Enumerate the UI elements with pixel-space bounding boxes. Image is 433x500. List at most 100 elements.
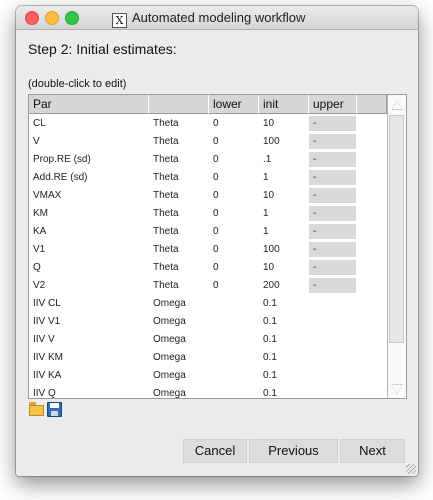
save-floppy-icon[interactable]: [47, 402, 63, 417]
resize-grip[interactable]: [406, 464, 416, 474]
cell-par[interactable]: IIV V: [29, 331, 149, 348]
cell-lower[interactable]: 0: [209, 133, 259, 150]
cell-upper[interactable]: -: [309, 188, 356, 203]
cell-lower[interactable]: 0: [209, 259, 259, 276]
cell-par[interactable]: V1: [29, 241, 149, 258]
table-row[interactable]: IIV KM Omega 0.1: [29, 349, 387, 367]
cell-init[interactable]: 0.1: [259, 313, 309, 330]
cell-init[interactable]: 0.1: [259, 385, 309, 398]
cell-type[interactable]: Theta: [149, 115, 209, 132]
cell-par[interactable]: CL: [29, 115, 149, 132]
zoom-window-button[interactable]: [65, 11, 79, 25]
column-header-type[interactable]: [149, 95, 209, 114]
cell-lower[interactable]: 0: [209, 241, 259, 258]
cell-type[interactable]: Theta: [149, 133, 209, 150]
table-row[interactable]: V Theta 0 100-: [29, 133, 387, 151]
cell-type[interactable]: Theta: [149, 241, 209, 258]
cell-upper[interactable]: -: [309, 260, 356, 275]
cell-par[interactable]: IIV KM: [29, 349, 149, 366]
next-button[interactable]: Next: [340, 439, 405, 463]
cell-init[interactable]: 10: [259, 259, 309, 276]
cell-init[interactable]: 10: [259, 187, 309, 204]
cell-upper[interactable]: -: [309, 134, 356, 149]
cell-par[interactable]: VMAX: [29, 187, 149, 204]
cell-par[interactable]: V2: [29, 277, 149, 294]
cell-init[interactable]: 1: [259, 169, 309, 186]
table-row[interactable]: IIV KA Omega 0.1: [29, 367, 387, 385]
cell-type[interactable]: Theta: [149, 259, 209, 276]
cell-par[interactable]: KA: [29, 223, 149, 240]
cell-par[interactable]: IIV CL: [29, 295, 149, 312]
close-window-button[interactable]: [25, 11, 39, 25]
cell-upper[interactable]: -: [309, 278, 356, 293]
cell-init[interactable]: 0.1: [259, 367, 309, 384]
cell-par[interactable]: V: [29, 133, 149, 150]
cell-type[interactable]: Omega: [149, 313, 209, 330]
cell-lower[interactable]: [209, 295, 259, 312]
cell-type[interactable]: Theta: [149, 187, 209, 204]
cell-upper[interactable]: -: [309, 116, 356, 131]
cell-upper[interactable]: -: [309, 206, 356, 221]
folder-open-icon[interactable]: [29, 402, 45, 416]
cell-init[interactable]: 100: [259, 241, 309, 258]
cell-par[interactable]: IIV KA: [29, 367, 149, 384]
cell-lower[interactable]: 0: [209, 223, 259, 240]
table-row[interactable]: KA Theta 0 1-: [29, 223, 387, 241]
cell-init[interactable]: 0.1: [259, 295, 309, 312]
cell-type[interactable]: Theta: [149, 205, 209, 222]
cell-type[interactable]: Theta: [149, 151, 209, 168]
table-row[interactable]: IIV Q Omega 0.1: [29, 385, 387, 398]
cell-type[interactable]: Omega: [149, 349, 209, 366]
column-header-par[interactable]: Par: [29, 95, 149, 114]
cell-type[interactable]: Theta: [149, 277, 209, 294]
table-row[interactable]: V2 Theta 0 200-: [29, 277, 387, 295]
cell-init[interactable]: .1: [259, 151, 309, 168]
cell-lower[interactable]: [209, 331, 259, 348]
cell-init[interactable]: 0.1: [259, 331, 309, 348]
previous-button[interactable]: Previous: [249, 439, 338, 463]
column-header-init[interactable]: init: [259, 95, 309, 114]
cell-lower[interactable]: 0: [209, 115, 259, 132]
cell-par[interactable]: IIV Q: [29, 385, 149, 398]
table-row[interactable]: Q Theta 0 10-: [29, 259, 387, 277]
cell-lower[interactable]: [209, 367, 259, 384]
cell-lower[interactable]: 0: [209, 205, 259, 222]
table-row[interactable]: IIV V Omega 0.1: [29, 331, 387, 349]
table-row[interactable]: IIV CL Omega 0.1: [29, 295, 387, 313]
table-row[interactable]: Prop.RE (sd) Theta 0.1-: [29, 151, 387, 169]
vertical-scrollbar[interactable]: [387, 95, 406, 398]
cell-lower[interactable]: [209, 313, 259, 330]
table-row[interactable]: VMAX Theta 0 10-: [29, 187, 387, 205]
cell-type[interactable]: Omega: [149, 385, 209, 398]
cell-init[interactable]: 10: [259, 115, 309, 132]
cell-type[interactable]: Omega: [149, 367, 209, 384]
cell-upper[interactable]: -: [309, 242, 356, 257]
cell-lower[interactable]: 0: [209, 151, 259, 168]
cell-par[interactable]: Q: [29, 259, 149, 276]
cell-init[interactable]: 0.1: [259, 349, 309, 366]
cell-par[interactable]: IIV V1: [29, 313, 149, 330]
minimize-window-button[interactable]: [45, 11, 59, 25]
cell-par[interactable]: KM: [29, 205, 149, 222]
cell-lower[interactable]: 0: [209, 169, 259, 186]
cell-type[interactable]: Theta: [149, 223, 209, 240]
table-row[interactable]: KM Theta 0 1-: [29, 205, 387, 223]
cell-par[interactable]: Add.RE (sd): [29, 169, 149, 186]
cell-upper[interactable]: -: [309, 224, 356, 239]
cell-type[interactable]: Omega: [149, 295, 209, 312]
column-header-upper[interactable]: upper: [309, 95, 357, 114]
cell-lower[interactable]: 0: [209, 277, 259, 294]
cell-upper[interactable]: -: [309, 152, 356, 167]
table-row[interactable]: CL Theta 0 10-: [29, 115, 387, 133]
scroll-down-arrow-icon[interactable]: [391, 384, 403, 394]
table-row[interactable]: V1 Theta 0 100-: [29, 241, 387, 259]
cell-init[interactable]: 100: [259, 133, 309, 150]
table-row[interactable]: IIV V1 Omega 0.1: [29, 313, 387, 331]
cell-upper[interactable]: -: [309, 170, 356, 185]
cell-lower[interactable]: [209, 349, 259, 366]
cell-par[interactable]: Prop.RE (sd): [29, 151, 149, 168]
scrollbar-thumb[interactable]: [389, 115, 404, 343]
cell-init[interactable]: 1: [259, 223, 309, 240]
cell-init[interactable]: 200: [259, 277, 309, 294]
cell-lower[interactable]: [209, 385, 259, 398]
